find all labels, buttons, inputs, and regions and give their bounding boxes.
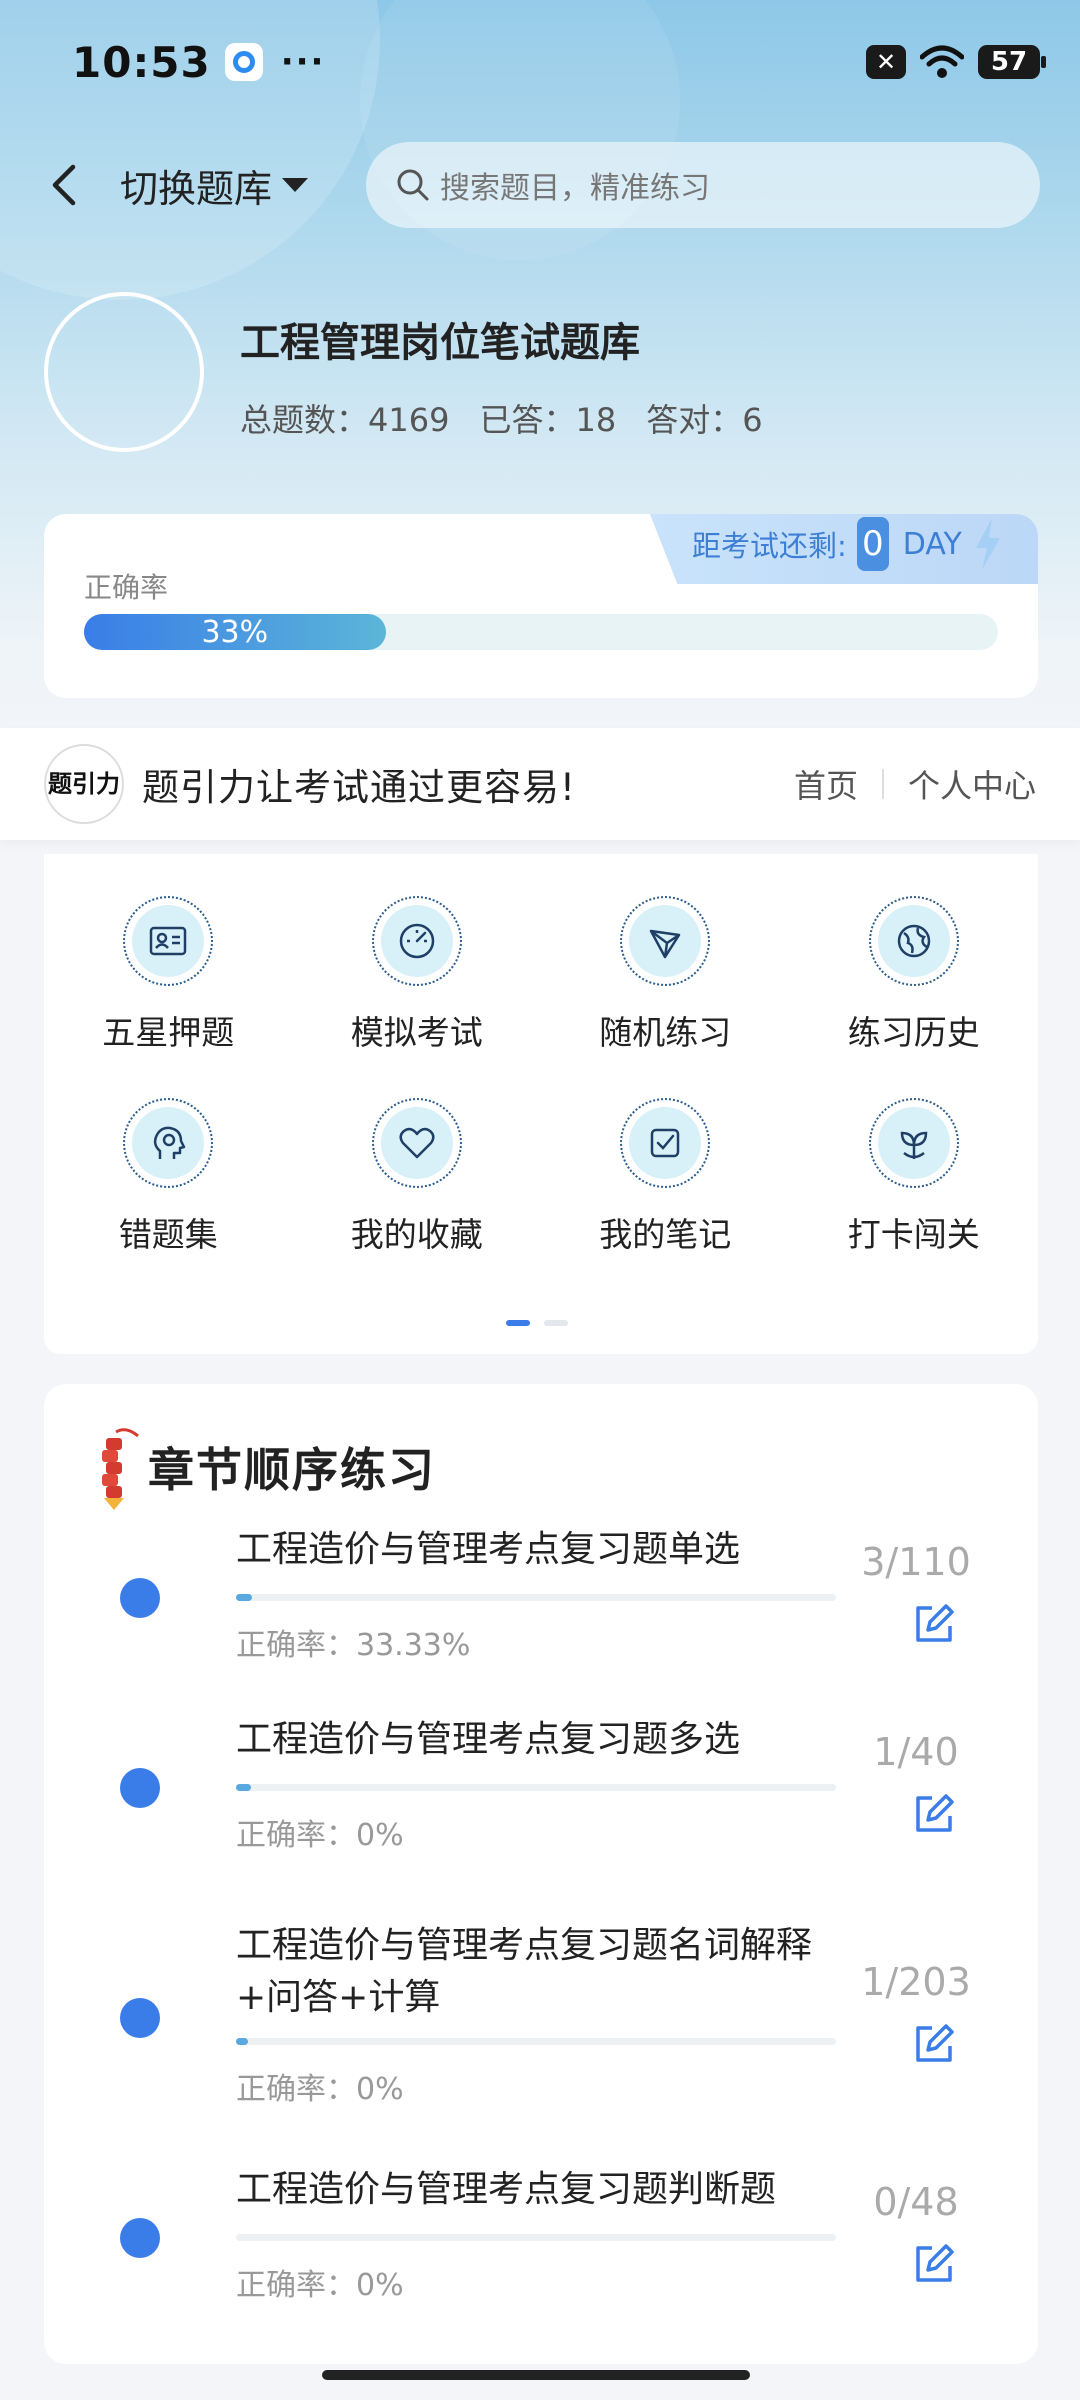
chapter-accuracy: 正确率：0% (236, 1818, 404, 1853)
status-bar: 10:53 ··· ✕ 57 (72, 30, 1046, 94)
bank-stats: 总题数：4169 已答：18 答对：6 (240, 395, 763, 441)
chapter-progress-fill (236, 1594, 253, 1601)
feature-grid-card: 五星押题 模拟考试 随机练习 练习历史 错题集 我的收藏 我的笔记 打卡闯关 (44, 854, 1038, 1354)
feature-label: 随机练习 (599, 1013, 732, 1052)
page-dot-active (506, 1320, 530, 1326)
chapter-name: 工程造价与管理考点复习题单选 (236, 1529, 741, 1570)
status-time: 10:53 (72, 37, 211, 87)
feature-label: 模拟考试 (350, 1013, 483, 1052)
chapter-bullet (120, 2218, 160, 2258)
countdown-label: 距考试还剩: (692, 529, 847, 563)
battery-icon: 57 (978, 45, 1046, 79)
exam-countdown: 距考试还剩: 0 DAY (646, 514, 1038, 584)
search-icon (397, 169, 429, 201)
total-count: 总题数：4169 (240, 401, 450, 439)
home-link[interactable]: 首页 (794, 761, 858, 807)
feature-wrong-questions[interactable]: 错题集 (44, 1098, 293, 1256)
gauge-icon (399, 923, 434, 959)
chapter-practice-card: 章节顺序练习 工程造价与管理考点复习题单选 正确率：33.33% 3/110 工… (44, 1384, 1038, 2364)
heart-icon (399, 1127, 435, 1159)
chapter-count: 3/110 (861, 1540, 971, 1584)
page-dot (544, 1320, 568, 1326)
chapter-bullet (120, 1578, 160, 1618)
answered-count: 已答：18 (479, 401, 617, 439)
feature-practice-history[interactable]: 练习历史 (790, 896, 1039, 1054)
lightning-icon (975, 518, 1000, 570)
chapter-section-title: 章节顺序练习 (148, 1443, 436, 1497)
page-indicator (506, 1320, 568, 1326)
bank-title: 工程管理岗位笔试题库 (240, 320, 640, 366)
chapter-progress-fill (236, 2038, 248, 2045)
chapter-progress-track (236, 1784, 836, 1791)
chapter-count: 1/40 (873, 1730, 959, 1774)
network-icon (650, 929, 681, 959)
feature-label: 练习历史 (847, 1013, 980, 1052)
feature-grid: 五星押题 模拟考试 随机练习 练习历史 错题集 我的收藏 我的笔记 打卡闯关 (44, 896, 1038, 1256)
chapter-name: 工程造价与管理考点复习题多选 (236, 1719, 741, 1760)
feature-random-practice[interactable]: 随机练习 (541, 896, 790, 1054)
wifi-icon (920, 45, 964, 78)
countdown-number: 0 (856, 517, 889, 571)
edit-icon[interactable] (910, 2240, 958, 2288)
feature-label: 五星押题 (102, 1013, 235, 1052)
feature-label: 我的收藏 (350, 1215, 483, 1254)
accuracy-progress-fill: 33% (84, 614, 386, 650)
chevron-left-icon (52, 164, 76, 206)
chapter-bullet (120, 1998, 160, 2038)
accuracy-card: 距考试还剩: 0 DAY 正确率 33% (44, 514, 1038, 698)
firecracker-icon (102, 1428, 139, 1510)
feature-checkin[interactable]: 打卡闯关 (790, 1098, 1039, 1256)
brand-bar: 题引力 题引力让考试通过更容易! 首页 个人中心 (0, 728, 1080, 840)
search-placeholder: 搜索题目，精准练习 (440, 171, 710, 206)
id-card-icon (150, 926, 187, 956)
globe-icon (897, 924, 930, 958)
no-sim-icon: ✕ (866, 45, 906, 79)
chapter-name: 工程造价与管理考点复习题判断题 (236, 2169, 777, 2210)
feature-notes[interactable]: 我的笔记 (541, 1098, 790, 1256)
chapter-accuracy: 正确率：0% (236, 2268, 404, 2303)
chapter-bullet (120, 1768, 160, 1808)
accuracy-label: 正确率 (84, 571, 169, 604)
head-icon (154, 1126, 186, 1159)
chapter-count: 0/48 (873, 2180, 959, 2224)
divider (881, 769, 884, 799)
accuracy-value: 33% (201, 614, 269, 650)
top-nav: 切换题库 搜索题目，精准练习 (0, 140, 1080, 230)
bank-avatar (44, 292, 204, 452)
note-check-icon (651, 1128, 680, 1158)
feature-mock-exam[interactable]: 模拟考试 (293, 896, 542, 1054)
accuracy-progress-track: 33% (84, 614, 998, 650)
chapter-progress-track (236, 2038, 836, 2045)
chapter-progress-track (236, 2234, 836, 2241)
feature-label: 错题集 (118, 1215, 218, 1254)
edit-icon[interactable] (910, 2020, 958, 2068)
feature-label: 打卡闯关 (847, 1215, 980, 1254)
feature-favorites[interactable]: 我的收藏 (293, 1098, 542, 1256)
back-button[interactable] (44, 155, 84, 215)
brand-logo: 题引力 (44, 744, 124, 824)
personal-center-link[interactable]: 个人中心 (908, 761, 1036, 807)
home-indicator[interactable] (322, 2370, 750, 2380)
chapter-accuracy: 正确率：0% (236, 2072, 404, 2107)
correct-count: 答对：6 (646, 401, 763, 439)
search-input[interactable]: 搜索题目，精准练习 (366, 142, 1040, 228)
chapter-progress-track (236, 1594, 836, 1601)
chapter-progress-fill (236, 1784, 251, 1791)
qq-icon (224, 43, 263, 81)
feature-five-star[interactable]: 五星押题 (44, 896, 293, 1054)
caret-down-icon (282, 178, 309, 192)
sprout-icon (900, 1131, 928, 1159)
switch-bank-button[interactable]: 切换题库 (120, 158, 309, 213)
feature-label: 我的笔记 (599, 1215, 732, 1254)
countdown-unit: DAY (902, 526, 962, 562)
chapter-name: 工程造价与管理考点复习题名词解释+问答+计算 (236, 1925, 813, 2018)
brand-slogan: 题引力让考试通过更容易! (142, 766, 576, 809)
switch-bank-label: 切换题库 (120, 166, 273, 211)
chapter-accuracy: 正确率：33.33% (236, 1628, 471, 1663)
edit-icon[interactable] (910, 1790, 958, 1838)
edit-icon[interactable] (910, 1600, 958, 1648)
brand-logo-text: 题引力 (48, 770, 120, 798)
chapter-count: 1/203 (861, 1960, 971, 2004)
more-notifications-icon: ··· (280, 42, 326, 82)
